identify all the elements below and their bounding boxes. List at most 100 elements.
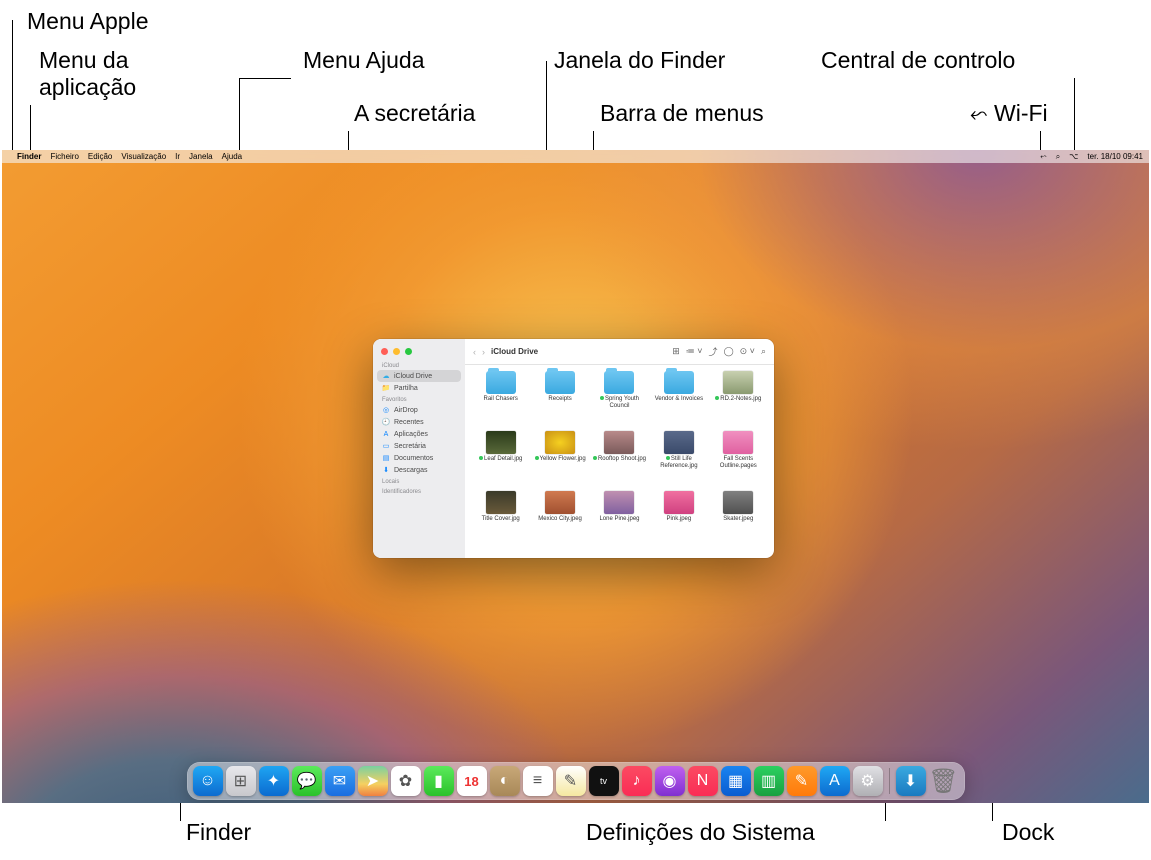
file-thumbnail — [486, 491, 516, 514]
callout-desktop: A secretária — [354, 100, 475, 127]
file-label: Rail Chasers — [484, 396, 518, 403]
file-label: Fall Scents Outline.pages — [711, 456, 765, 469]
dock-notes[interactable]: ✎ — [556, 766, 586, 796]
callout-wifi: ⬿ Wi-Fi — [970, 100, 1048, 127]
menu-edit[interactable]: Edição — [88, 152, 112, 161]
search-icon[interactable]: ⌕ — [761, 346, 766, 357]
dock-safari[interactable]: ✦ — [259, 766, 289, 796]
sidebar-item[interactable]: AAplicações — [373, 428, 465, 440]
file-item[interactable]: Lone Pine.jpeg — [592, 491, 647, 549]
dock-appstore[interactable]: A — [820, 766, 850, 796]
desktop[interactable]: Finder Ficheiro Edição Visualização Ir J… — [2, 150, 1149, 803]
sidebar-item-label: iCloud Drive — [394, 373, 432, 380]
tag-dot-icon — [600, 396, 604, 400]
sidebar-item[interactable]: 🕘 Recentes — [373, 416, 465, 428]
dock-mail[interactable]: ✉︎ — [325, 766, 355, 796]
sidebar-section-label: iCloud — [373, 360, 465, 370]
sidebar-item[interactable]: ⬇︎Descargas — [373, 464, 465, 476]
share-icon[interactable]: ⤴︎ — [709, 345, 718, 358]
menubar-datetime[interactable]: ter. 18/10 09:41 — [1087, 152, 1143, 161]
file-label: Yellow Flower.jpg — [535, 456, 586, 463]
file-item[interactable]: Receipts — [532, 371, 587, 429]
menu-view[interactable]: Visualização — [121, 152, 166, 161]
file-item[interactable]: Leaf Detail.jpg — [473, 431, 528, 489]
menu-file[interactable]: Ficheiro — [50, 152, 78, 161]
nav-forward-icon[interactable]: › — [482, 347, 485, 357]
finder-title: iCloud Drive — [491, 347, 538, 356]
dock-music[interactable]: ♪ — [622, 766, 652, 796]
file-item[interactable]: Pink.jpeg — [651, 491, 706, 549]
file-thumbnail — [723, 431, 753, 454]
file-item[interactable]: Rooftop Shoot.jpg — [592, 431, 647, 489]
dock: ☺⊞✦💬✉︎➤✿▮18◐≡✎tv♪◉N▦▥✎A⚙︎⬇︎🗑 — [187, 762, 965, 800]
dock-keynote[interactable]: ▦ — [721, 766, 751, 796]
dock-news[interactable]: N — [688, 766, 718, 796]
sidebar-item[interactable]: ▭Secretária — [373, 440, 465, 452]
file-item[interactable]: Skater.jpeg — [711, 491, 766, 549]
tag-dot-icon — [666, 456, 670, 460]
dock-messages[interactable]: 💬 — [292, 766, 322, 796]
file-item[interactable]: Still Life Reference.jpg — [651, 431, 706, 489]
sidebar-item[interactable]: ☁︎iCloud Drive — [377, 370, 461, 382]
finder-window[interactable]: iCloud☁︎iCloud Drive📁PartilhaFavoritos◎A… — [373, 339, 774, 558]
sidebar-item[interactable]: ◎AirDrop — [373, 404, 465, 416]
dock-pages[interactable]: ✎ — [787, 766, 817, 796]
file-item[interactable]: Fall Scents Outline.pages — [711, 431, 766, 489]
window-close[interactable] — [381, 348, 388, 355]
dock-system-settings[interactable]: ⚙︎ — [853, 766, 883, 796]
dock-finder[interactable]: ☺ — [193, 766, 223, 796]
file-item[interactable]: Title Cover.jpg — [473, 491, 528, 549]
file-item[interactable]: Rail Chasers — [473, 371, 528, 429]
file-thumbnail — [723, 371, 753, 394]
menu-window[interactable]: Janela — [189, 152, 213, 161]
dock-tv[interactable]: tv — [589, 766, 619, 796]
callout-help-menu: Menu Ajuda — [303, 47, 424, 74]
file-thumbnail — [664, 431, 694, 454]
file-item[interactable]: Vendor & Invoices — [651, 371, 706, 429]
dock-facetime[interactable]: ▮ — [424, 766, 454, 796]
window-zoom[interactable] — [405, 348, 412, 355]
file-label: Still Life Reference.jpg — [652, 456, 706, 469]
dock-trash[interactable]: 🗑 — [929, 766, 959, 796]
dock-maps[interactable]: ➤ — [358, 766, 388, 796]
control-center-icon[interactable]: ⌥ — [1069, 152, 1078, 161]
file-item[interactable]: Spring Youth Council — [592, 371, 647, 429]
menu-bar: Finder Ficheiro Edição Visualização Ir J… — [2, 150, 1149, 163]
sidebar-item-label: Secretária — [394, 443, 426, 450]
dock-podcasts[interactable]: ◉ — [655, 766, 685, 796]
app-menu[interactable]: Finder — [17, 152, 41, 161]
sidebar-item-icon: 🕘 — [382, 418, 390, 426]
dock-contacts[interactable]: ◐ — [490, 766, 520, 796]
view-group-icon[interactable]: ≔ ˅ — [686, 346, 703, 357]
dock-reminders[interactable]: ≡ — [523, 766, 553, 796]
finder-toolbar: ‹ › iCloud Drive ⊞ ≔ ˅ ⤴︎ ◯ ⊙ ˅ ⌕ — [465, 339, 774, 365]
menu-go[interactable]: Ir — [175, 152, 180, 161]
nav-back-icon[interactable]: ‹ — [473, 347, 476, 357]
file-item[interactable]: Mexico City.jpeg — [532, 491, 587, 549]
view-icons-icon[interactable]: ⊞ — [672, 346, 680, 357]
dock-calendar[interactable]: 18 — [457, 766, 487, 796]
tags-icon[interactable]: ◯ — [724, 346, 734, 357]
spotlight-icon[interactable]: ⌕ — [1056, 152, 1060, 162]
sidebar-section-label: Locais — [373, 476, 465, 486]
sidebar-item-label: Descargas — [394, 467, 427, 474]
file-label: Receipts — [548, 396, 571, 403]
dock-downloads[interactable]: ⬇︎ — [896, 766, 926, 796]
dock-photos[interactable]: ✿ — [391, 766, 421, 796]
file-label: Skater.jpeg — [723, 516, 753, 523]
wifi-icon[interactable]: ⬿ — [1040, 152, 1046, 162]
sidebar-item-label: Recentes — [394, 419, 424, 426]
sidebar-item[interactable]: 📁Partilha — [373, 382, 465, 394]
sidebar-item-icon: A — [382, 430, 390, 438]
menu-help[interactable]: Ajuda — [222, 152, 242, 161]
sidebar-item-label: Documentos — [394, 455, 433, 462]
action-icon[interactable]: ⊙ ˅ — [740, 346, 755, 357]
sidebar-section-label: Identificadores — [373, 486, 465, 496]
window-minimize[interactable] — [393, 348, 400, 355]
callout-finder-window: Janela do Finder — [554, 47, 725, 74]
file-item[interactable]: Yellow Flower.jpg — [532, 431, 587, 489]
file-item[interactable]: RD.2-Notes.jpg — [711, 371, 766, 429]
sidebar-item[interactable]: ▤Documentos — [373, 452, 465, 464]
dock-launchpad[interactable]: ⊞ — [226, 766, 256, 796]
dock-numbers[interactable]: ▥ — [754, 766, 784, 796]
